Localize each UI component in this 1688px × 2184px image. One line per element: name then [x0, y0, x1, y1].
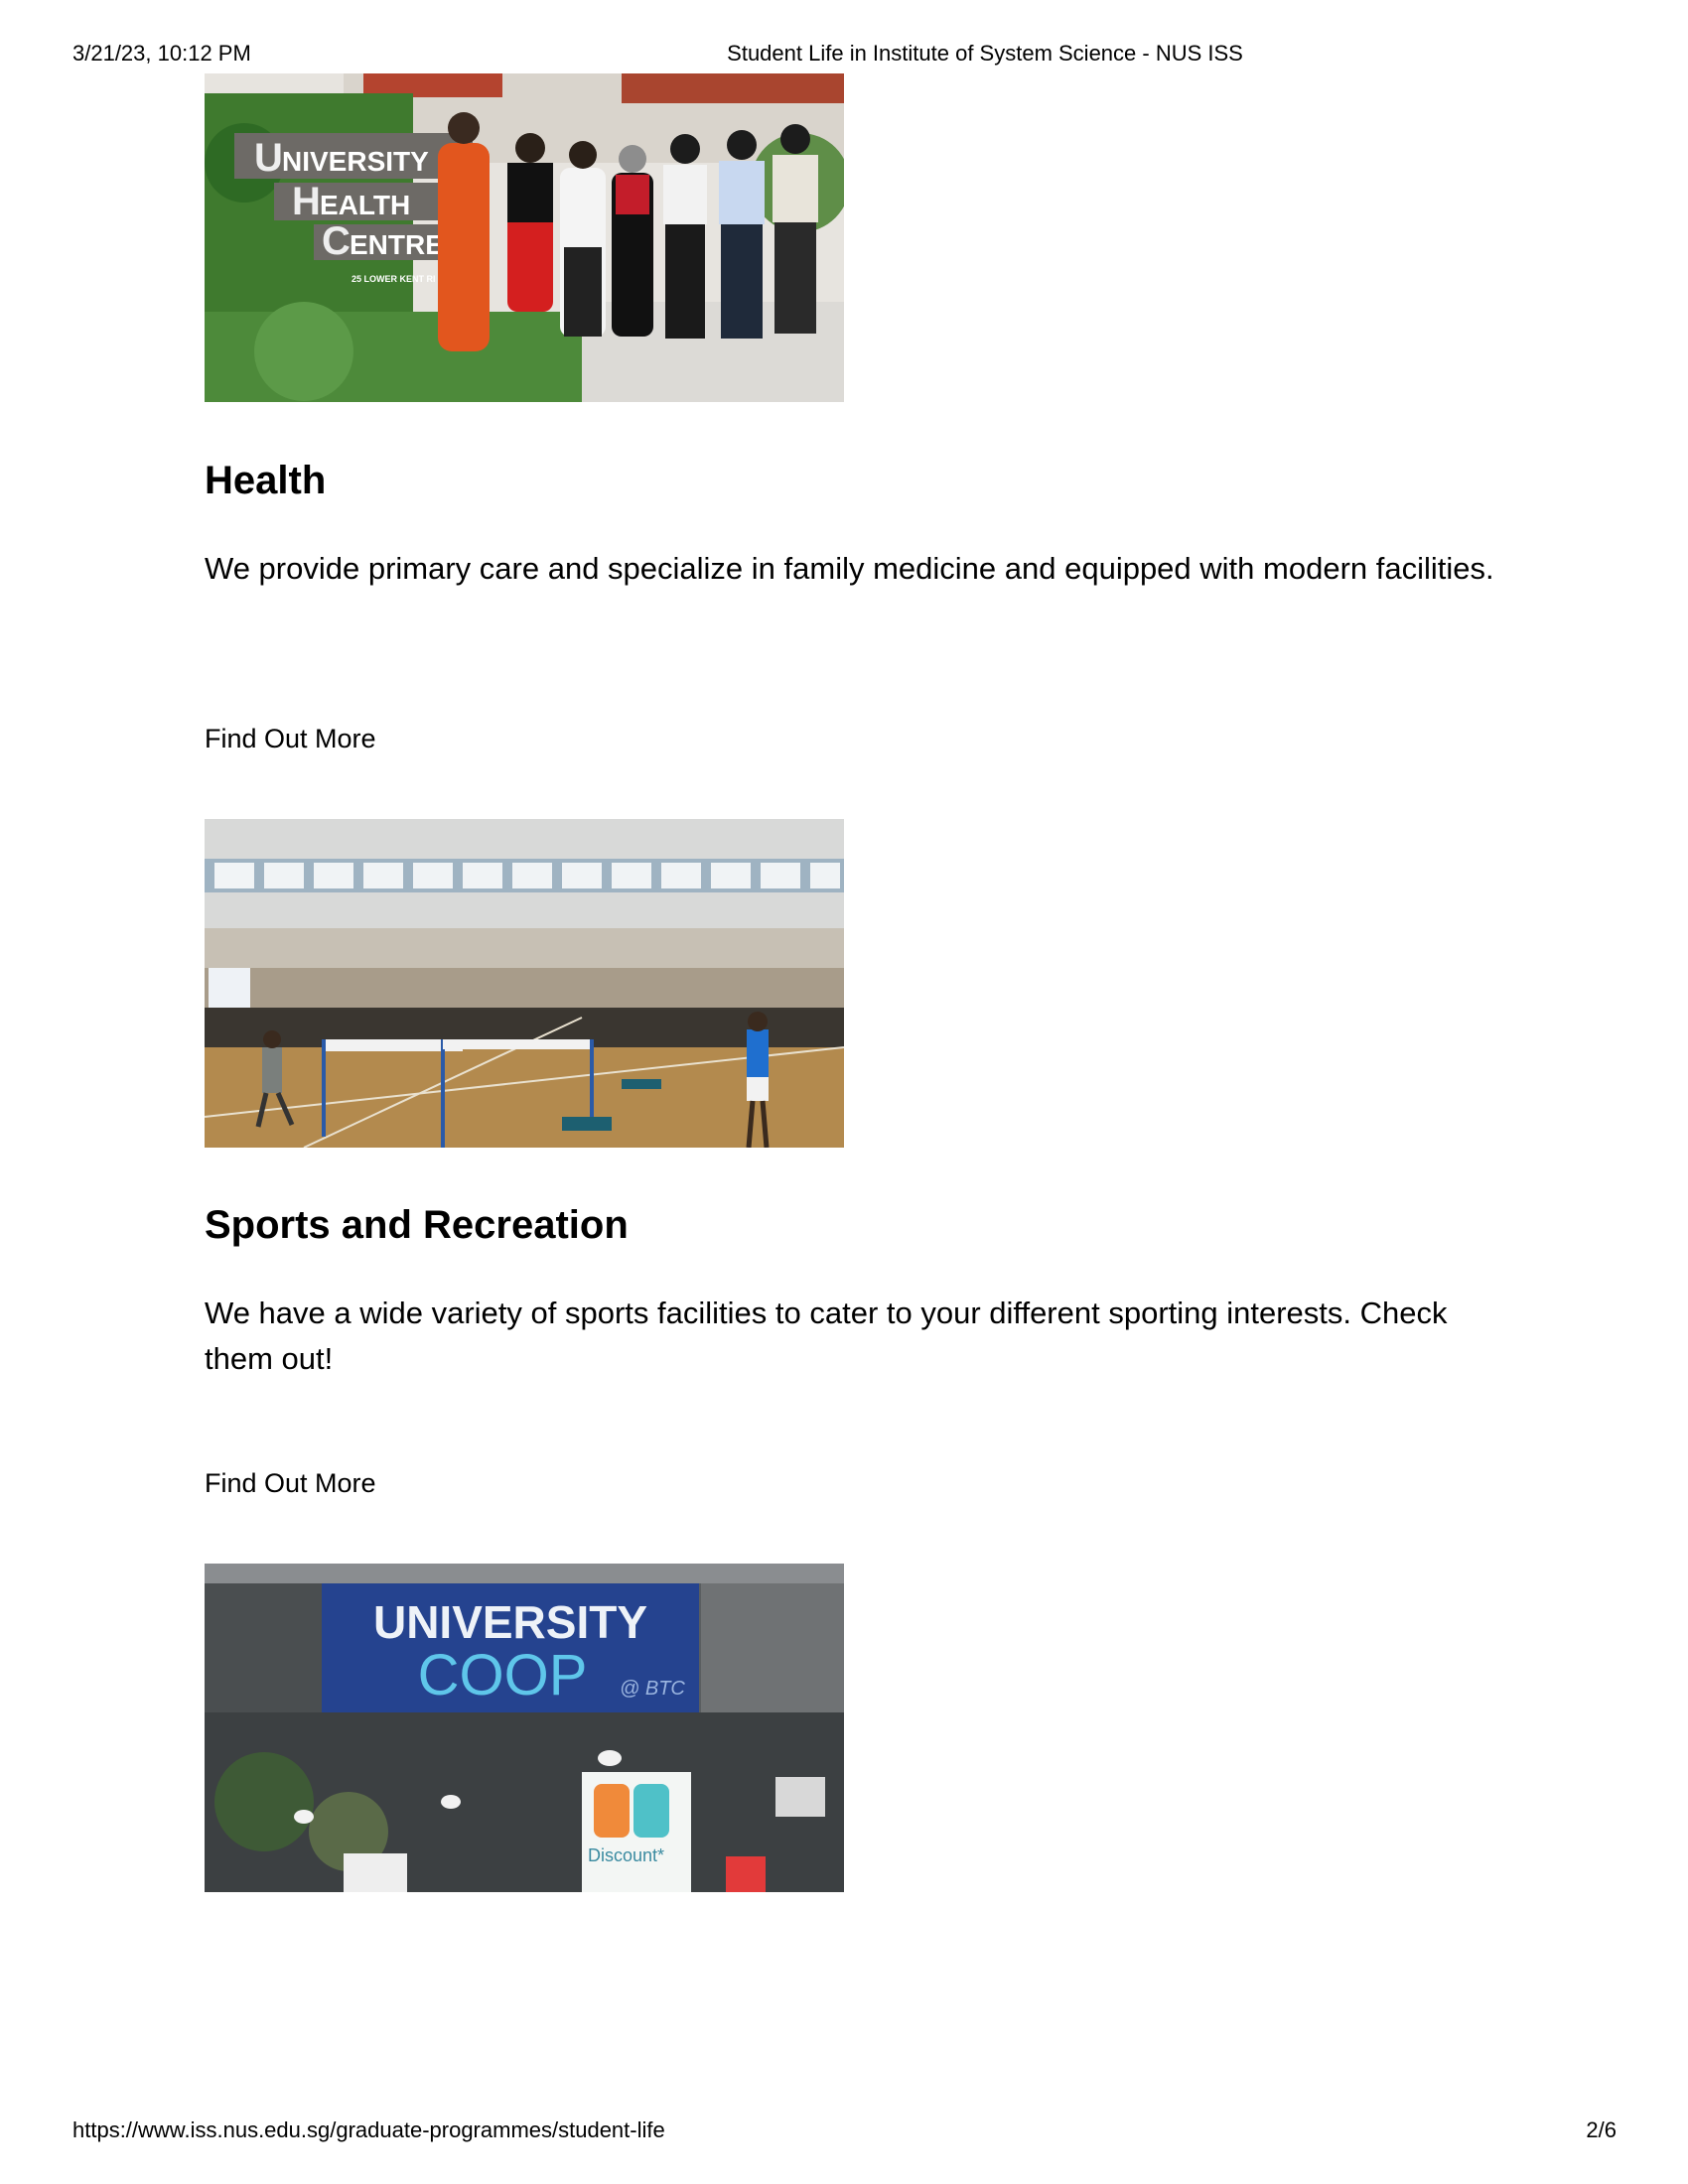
coop-sign-tag: @ BTC — [620, 1678, 685, 1700]
sign-initial-h: H — [292, 180, 321, 223]
find-out-more-sports-link[interactable]: Find Out More — [205, 1468, 376, 1499]
coop-sign-top: UNIVERSITY — [373, 1596, 647, 1648]
print-url: https://www.iss.nus.edu.sg/graduate-prog… — [72, 2117, 665, 2142]
university-coop-image: UNIVERSITY COOP @ BTC Discount* — [205, 1564, 844, 1892]
sign-line-2: EALTH — [320, 190, 410, 220]
coop-poster-text: Discount* — [588, 1845, 664, 1865]
sports-hall-image — [205, 819, 844, 1148]
print-page-title: Student Life in Institute of System Scie… — [727, 41, 1243, 66]
coop-sign-bottom: COOP — [418, 1643, 588, 1707]
sign-line-1: NIVERSITY — [282, 146, 429, 177]
print-page-number: 2/6 — [1586, 2117, 1617, 2142]
sign-initial-u: U — [254, 136, 283, 180]
section-heading-sports: Sports and Recreation — [205, 1203, 629, 1247]
section-text-sports: We have a wide variety of sports facilit… — [205, 1296, 1448, 1376]
sign-initial-c: C — [322, 219, 351, 263]
find-out-more-health-link[interactable]: Find Out More — [205, 724, 376, 754]
sign-line-3: ENTRE — [350, 229, 444, 260]
section-heading-health: Health — [205, 459, 327, 502]
section-text-health: We provide primary care and specialize i… — [205, 551, 1494, 586]
health-centre-image: U NIVERSITY H EALTH C ENTRE 25 LOWER KEN… — [205, 73, 844, 402]
